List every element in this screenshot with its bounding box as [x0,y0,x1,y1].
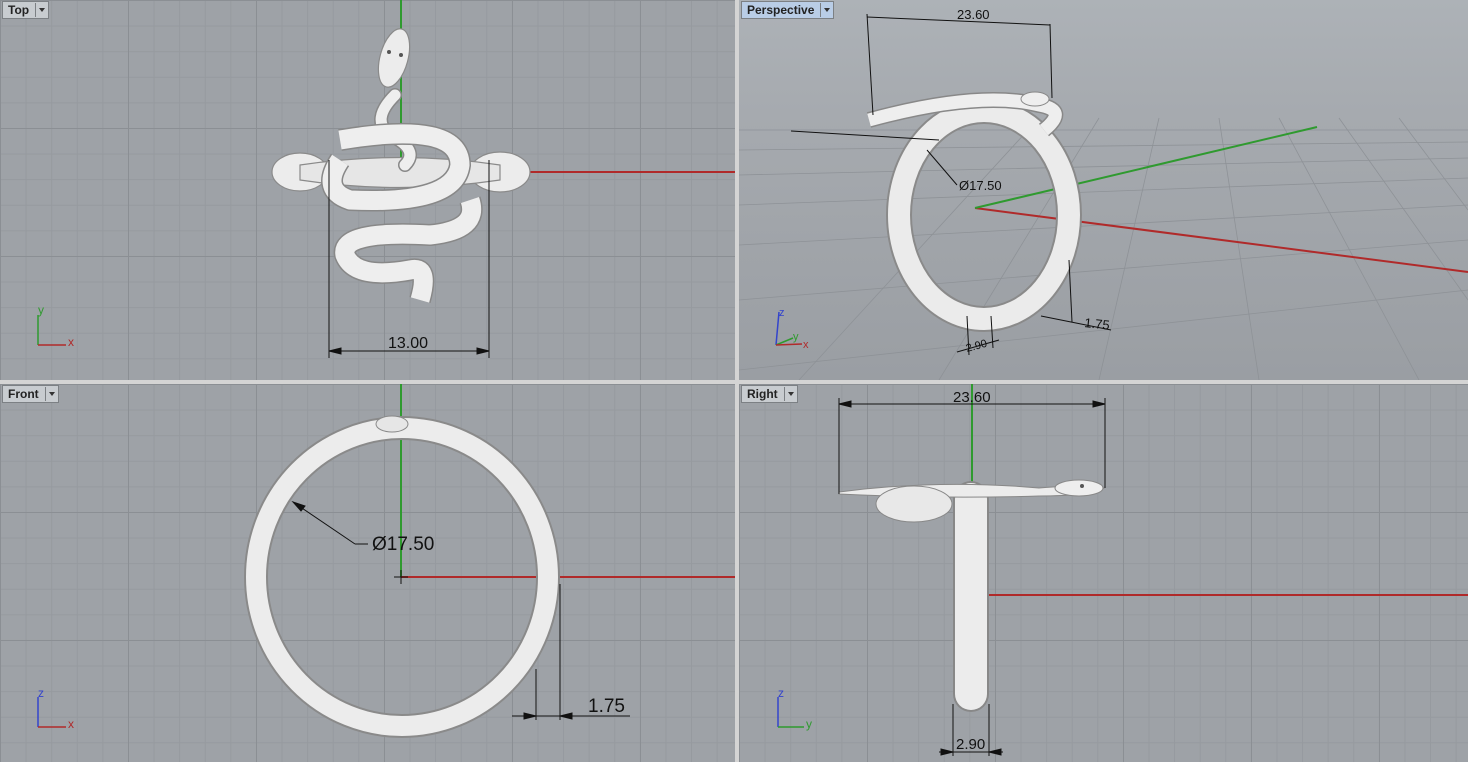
viewport-right[interactable]: Right 23.60 2.90 z y [739,384,1468,762]
axis-label-x: x [68,717,74,731]
viewport-label: Top [8,3,30,17]
axis-label-y: y [806,717,812,731]
axis-label-z: z [779,307,785,319]
axis-label-x: x [803,339,809,351]
dimension-thickness: 1.75 [1084,315,1111,333]
viewport-front[interactable]: Front Ø17.50 1.75 z x [0,384,735,762]
snake-ring-model [271,28,531,304]
axis-label-z: z [38,686,44,700]
viewport-tab-perspective[interactable]: Perspective [741,1,835,19]
snake-ring-model [866,91,1082,332]
viewport-perspective[interactable]: Perspective 23.60 Ø17.50 1.75 2.90 z y x [739,0,1468,380]
perspective-view-canvas: 23.60 Ø17.50 1.75 2.90 z y x [739,7,1468,380]
top-view-canvas: 13.00 y x [37,0,735,358]
dimension-thickness: 1.75 [588,696,625,717]
viewport-label: Perspective [747,3,815,17]
right-view-canvas: 23.60 2.90 z y [777,384,1468,756]
leader-diameter [291,500,368,545]
crosshair-icon [394,570,408,584]
viewport-label: Front [8,387,39,401]
viewport-top[interactable]: Top 13.00 y x [0,0,735,380]
axis-triad-icon [777,697,804,728]
axis-label-x: x [68,335,74,349]
viewport-tab-front[interactable]: Front [2,385,59,403]
dimension-label: 13.00 [388,335,428,352]
axis-label-y: y [793,331,799,343]
chevron-down-icon[interactable] [44,387,58,401]
dimension-band: 2.90 [956,736,985,753]
viewport-tab-right[interactable]: Right [741,385,798,403]
front-view-canvas: Ø17.50 1.75 z x [37,384,735,738]
dimension-width: 23.60 [957,7,990,22]
dimension-diameter: Ø17.50 [959,178,1002,193]
chevron-down-icon[interactable] [783,387,797,401]
dimension-width: 23.60 [953,389,991,406]
axis-label-y: y [38,303,44,317]
chevron-down-icon[interactable] [35,3,48,17]
snake-ring-model [838,479,1106,712]
chevron-down-icon[interactable] [820,3,833,17]
axis-label-z: z [778,686,784,700]
perspective-grid [739,117,1468,380]
axis-triad-icon [37,697,66,728]
viewport-label: Right [747,387,778,401]
dimension-diameter: Ø17.50 [372,534,434,555]
axis-triad-icon [37,315,66,346]
viewport-tab-top[interactable]: Top [2,1,50,19]
leader-line [926,149,958,186]
